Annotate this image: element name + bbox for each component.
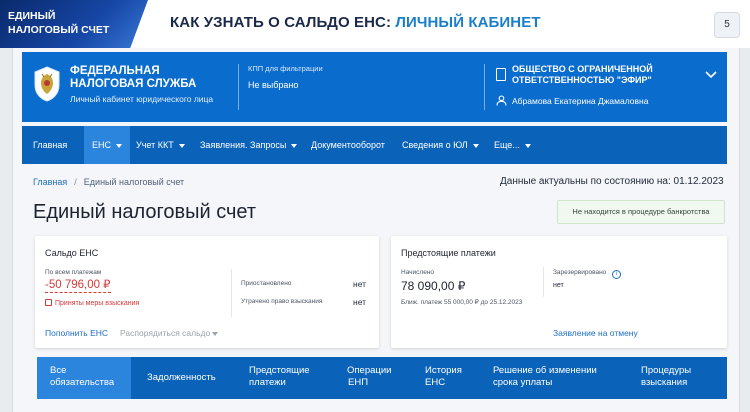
kpp-filter-select[interactable]: Не выбрано	[248, 80, 298, 90]
user-icon	[496, 95, 507, 106]
accrued-label: Начислено	[401, 269, 435, 276]
chevron-down-icon	[212, 331, 219, 336]
suspended-value: нет	[353, 279, 367, 289]
nearest-payment: Ближ. платеж 55 000,00 ₽ до 25.12.2023	[401, 299, 523, 306]
slide-title-accent: ЛИЧНЫЙ КАБИНЕТ	[395, 14, 541, 31]
card-divider	[231, 269, 232, 317]
header-divider	[484, 64, 485, 110]
slide-title-prefix: КАК УЗНАТЬ О САЛЬДО ЕНС:	[170, 14, 396, 31]
organization-icon	[496, 68, 506, 81]
tab-collection-procedures[interactable]: Процедуры взыскания	[641, 357, 691, 399]
breadcrumb-home[interactable]: Главная	[33, 177, 67, 187]
data-actual-date: Данные актуальны по состоянию на: 01.12.…	[500, 176, 724, 187]
tab-enp-operations[interactable]: Операции ЕНП	[347, 357, 391, 399]
dispose-saldo-dropdown[interactable]: Распорядиться сальдо	[120, 328, 219, 338]
chevron-down-icon	[472, 143, 479, 148]
all-payments-value[interactable]: -50 796,00 ₽	[45, 279, 111, 293]
organization-name[interactable]: ОБЩЕСТВО С ОГРАНИЧЕННОЙ ОТВЕТСТВЕННОСТЬЮ…	[512, 64, 702, 86]
cabinet-subtitle: Личный кабинет юридического лица	[70, 94, 214, 104]
fns-emblem-icon[interactable]	[32, 65, 62, 103]
all-payments-label: По всем платежам	[45, 269, 102, 276]
ens-tabs: Все обязательства Задолженность Предстоящ…	[37, 357, 727, 399]
nav-item-home[interactable]: Главная	[33, 126, 67, 164]
reserved-value: нет	[553, 282, 564, 289]
tab-upcoming-payments[interactable]: Предстоящие платежи	[249, 357, 310, 399]
tab-all-obligations[interactable]: Все обязательства	[37, 357, 131, 399]
nav-item-applications[interactable]: Заявления. Запросы	[200, 126, 298, 164]
main-nav: Главная ЕНС Учет ККТ Заявления. Запросы …	[22, 126, 727, 164]
warning-icon	[45, 299, 52, 306]
nav-item-documents[interactable]: Документооборот	[311, 126, 385, 164]
breadcrumb: Главная / Единый налоговый счет	[33, 177, 185, 187]
slide-header: ЕДИНЫЙ НАЛОГОВЫЙ СЧЕТ КАК УЗНАТЬ О САЛЬД…	[0, 0, 750, 48]
tab-ens-history[interactable]: История ЕНС	[425, 357, 462, 399]
breadcrumb-current: Единый налоговый счет	[83, 177, 185, 187]
slide-badge: ЕДИНЫЙ НАЛОГОВЫЙ СЧЕТ	[0, 0, 148, 48]
replenish-ens-link[interactable]: Пополнить ЕНС	[45, 328, 108, 338]
measures-taken[interactable]: Приняты меры взыскания	[45, 299, 139, 307]
nav-item-company-info[interactable]: Сведения о ЮЛ	[402, 126, 479, 164]
chevron-down-icon[interactable]	[704, 70, 718, 80]
chevron-down-icon	[116, 143, 123, 148]
upcoming-payments-card: Предстоящие платежи Начислено 78 090,00 …	[391, 236, 727, 348]
card-divider	[543, 267, 544, 297]
saldo-card: Сальдо ЕНС По всем платежам -50 796,00 ₽…	[35, 236, 379, 348]
lost-right-label: Утрачено право взыскания	[241, 298, 323, 305]
slide-title: КАК УЗНАТЬ О САЛЬДО ЕНС: ЛИЧНЫЙ КАБИНЕТ	[170, 14, 541, 31]
chevron-down-icon	[178, 143, 185, 148]
header-divider	[238, 64, 239, 110]
page-title: Единый налоговый счет	[33, 201, 257, 223]
kpp-filter-label: КПП для фильтрации	[248, 64, 323, 73]
site-header: ФЕДЕРАЛЬНАЯ НАЛОГОВАЯ СЛУЖБА Личный каби…	[22, 52, 727, 122]
upcoming-card-title: Предстоящие платежи	[401, 248, 496, 258]
badge-line-2: НАЛОГОВЫЙ СЧЕТ	[8, 24, 110, 36]
page-number: 5	[714, 12, 740, 38]
lost-right-value: нет	[353, 297, 367, 307]
nav-item-more[interactable]: Еще...	[494, 126, 531, 164]
bankruptcy-status: Не находится в процедуре банкротства	[557, 200, 725, 224]
reserved-label: Зарезервировано i	[553, 269, 622, 279]
nav-item-ens[interactable]: ЕНС	[84, 126, 131, 164]
chevron-down-icon	[524, 143, 531, 148]
cancel-application-link[interactable]: Заявление на отмену	[553, 328, 638, 338]
badge-line-1: ЕДИНЫЙ	[8, 10, 56, 22]
tab-payment-deadline-change[interactable]: Решение об изменении срока уплаты	[493, 357, 597, 399]
user-name[interactable]: Абрамова Екатерина Джамаловна	[512, 96, 648, 106]
accrued-value: 78 090,00 ₽	[401, 279, 466, 293]
agency-name: ФЕДЕРАЛЬНАЯ НАЛОГОВАЯ СЛУЖБА	[70, 65, 197, 90]
info-icon[interactable]: i	[612, 270, 622, 279]
nav-item-kkt[interactable]: Учет ККТ	[136, 126, 185, 164]
suspended-label: Приостановлено	[241, 280, 292, 287]
tab-debt[interactable]: Задолженность	[147, 357, 216, 399]
chevron-down-icon	[291, 143, 298, 148]
saldo-card-title: Сальдо ЕНС	[45, 248, 99, 258]
